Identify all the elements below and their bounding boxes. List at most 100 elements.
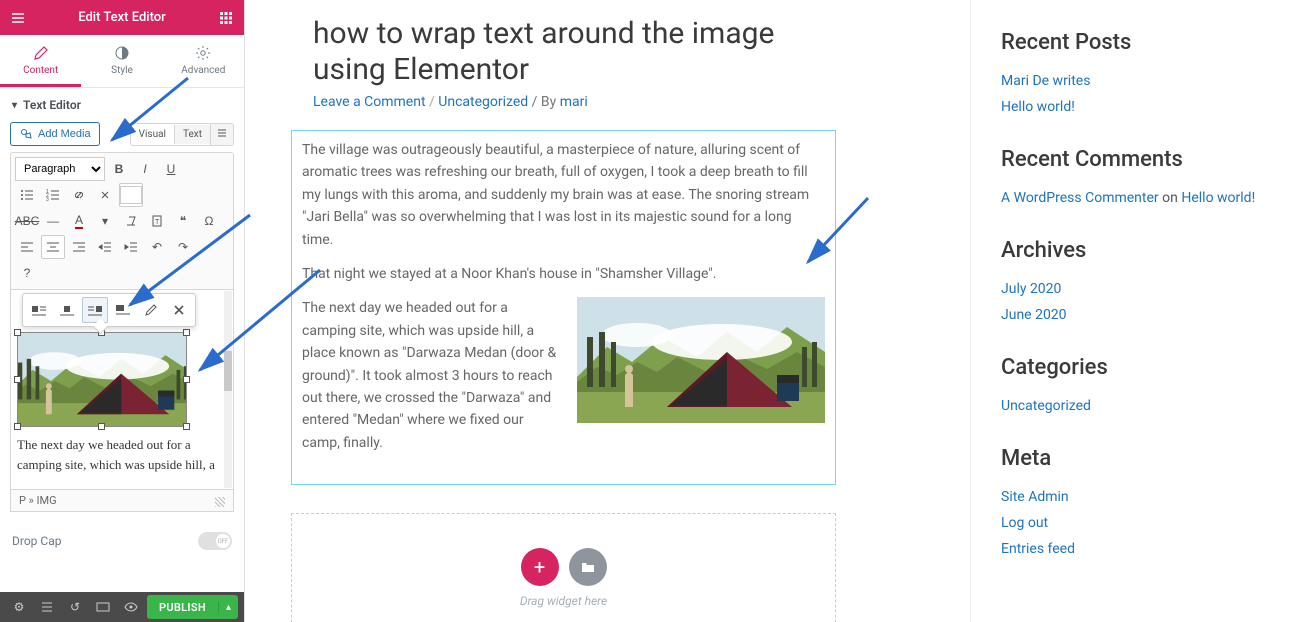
align-center-button[interactable] xyxy=(41,235,65,259)
mode-text[interactable]: Text xyxy=(174,125,210,144)
resize-grip[interactable] xyxy=(215,497,225,507)
drop-cap-toggle[interactable]: OFF xyxy=(198,532,232,550)
author-link[interactable]: mari xyxy=(560,94,588,110)
widgets-grid-icon[interactable] xyxy=(216,8,236,28)
font-color-dropdown[interactable]: ▾ xyxy=(93,209,117,233)
section-drop-zone[interactable]: + Drag widget here xyxy=(291,513,836,622)
drop-cap-control: Drop Cap OFF xyxy=(0,518,244,564)
resize-handle[interactable] xyxy=(98,423,105,430)
resize-handle[interactable] xyxy=(14,423,21,430)
element-path[interactable]: P » IMG xyxy=(19,494,57,507)
svg-text:3: 3 xyxy=(46,197,49,202)
recent-post-link[interactable]: Hello world! xyxy=(1001,99,1075,115)
contrast-icon xyxy=(114,45,130,61)
format-select[interactable]: Paragraph xyxy=(15,157,105,181)
img-edit-button[interactable] xyxy=(138,297,164,323)
paste-text-button[interactable]: T xyxy=(145,209,169,233)
underline-button[interactable]: U xyxy=(159,157,183,181)
font-color-button[interactable]: A xyxy=(67,209,91,233)
recent-comments-list: A WordPress Commenter on Hello world! xyxy=(1001,190,1270,206)
categories-heading: Categories xyxy=(1001,355,1270,380)
tent-image xyxy=(577,297,825,423)
tab-content[interactable]: Content xyxy=(0,35,81,87)
meta-link[interactable]: Site Admin xyxy=(1001,489,1069,505)
resize-handle[interactable] xyxy=(183,329,190,336)
resize-handle[interactable] xyxy=(14,329,21,336)
publish-button[interactable]: PUBLISH ▴ xyxy=(147,595,238,619)
toggle-knob: OFF xyxy=(216,534,230,548)
meta-sep: / xyxy=(429,94,438,110)
drop-cap-label: Drop Cap xyxy=(12,534,61,548)
align-right-button[interactable] xyxy=(67,235,91,259)
responsive-icon[interactable] xyxy=(90,594,116,620)
history-icon[interactable]: ↺ xyxy=(62,594,88,620)
blockquote-button[interactable]: ❝ xyxy=(171,209,195,233)
unlink-button[interactable] xyxy=(93,183,117,207)
resize-handle[interactable] xyxy=(183,423,190,430)
gear-icon xyxy=(195,45,211,61)
resize-handle[interactable] xyxy=(183,376,190,383)
add-section-button[interactable]: + xyxy=(521,548,559,586)
mode-distraction-free[interactable] xyxy=(210,124,233,145)
help-button[interactable]: ? xyxy=(15,261,39,285)
link-button[interactable] xyxy=(67,183,91,207)
numbered-list-button[interactable]: 123 xyxy=(41,183,65,207)
editor-scrollbar[interactable] xyxy=(224,291,232,488)
leave-comment-link[interactable]: Leave a Comment xyxy=(313,94,426,110)
editor-wrap: Add Media Visual Text Paragraph B I U xyxy=(0,122,244,518)
media-icon xyxy=(19,127,33,141)
img-remove-button[interactable] xyxy=(166,297,192,323)
clear-format-button[interactable] xyxy=(119,209,143,233)
archives-list: July 2020 June 2020 xyxy=(1001,281,1270,323)
mode-visual[interactable]: Visual xyxy=(131,125,174,144)
tent-image xyxy=(18,333,186,426)
preview-icon[interactable] xyxy=(118,594,144,620)
outdent-button[interactable] xyxy=(93,235,117,259)
editor-image-selected[interactable] xyxy=(17,332,187,427)
italic-button[interactable]: I xyxy=(133,157,157,181)
resize-handle[interactable] xyxy=(14,376,21,383)
add-template-button[interactable] xyxy=(569,548,607,586)
bullet-list-button[interactable] xyxy=(15,183,39,207)
indent-button[interactable] xyxy=(119,235,143,259)
meta-link[interactable]: Log out xyxy=(1001,515,1048,531)
caret-down-icon: ▾ xyxy=(12,100,17,111)
add-media-row: Add Media Visual Text xyxy=(10,122,234,146)
img-align-none-button[interactable] xyxy=(110,297,136,323)
align-left-button[interactable] xyxy=(15,235,39,259)
drop-zone-text: Drag widget here xyxy=(520,594,607,608)
bold-button[interactable]: B xyxy=(107,157,131,181)
archive-link[interactable]: June 2020 xyxy=(1001,307,1067,323)
add-media-label: Add Media xyxy=(38,128,91,140)
menu-icon[interactable] xyxy=(8,8,28,28)
recent-comments-heading: Recent Comments xyxy=(1001,147,1270,172)
undo-button[interactable]: ↶ xyxy=(145,235,169,259)
img-align-right-button[interactable] xyxy=(82,297,108,323)
archive-link[interactable]: July 2020 xyxy=(1001,281,1061,297)
redo-button[interactable]: ↷ xyxy=(171,235,195,259)
commenter-link[interactable]: A WordPress Commenter xyxy=(1001,190,1159,206)
text-color-button[interactable] xyxy=(119,183,143,207)
tinymce-content[interactable]: The next day we headed out for a camping… xyxy=(10,290,234,490)
publish-dropdown[interactable]: ▴ xyxy=(218,602,238,613)
navigator-icon[interactable] xyxy=(34,594,60,620)
wrapped-image[interactable] xyxy=(577,297,825,423)
strikethrough-button[interactable]: ABC xyxy=(15,209,39,233)
tinymce-statusbar: P » IMG xyxy=(10,490,234,512)
add-media-button[interactable]: Add Media xyxy=(10,122,100,146)
tab-advanced[interactable]: Advanced xyxy=(163,35,244,87)
img-align-center-button[interactable] xyxy=(54,297,80,323)
img-align-left-button[interactable] xyxy=(26,297,52,323)
settings-icon[interactable]: ⚙ xyxy=(6,594,32,620)
color-swatch xyxy=(120,186,142,204)
category-link[interactable]: Uncategorized xyxy=(438,94,528,110)
meta-link[interactable]: Entries feed xyxy=(1001,541,1075,557)
tab-style[interactable]: Style xyxy=(81,35,162,87)
category-link[interactable]: Uncategorized xyxy=(1001,398,1091,414)
special-char-button[interactable]: Ω xyxy=(197,209,221,233)
hr-button[interactable]: — xyxy=(41,209,65,233)
comment-post-link[interactable]: Hello world! xyxy=(1181,190,1255,206)
recent-post-link[interactable]: Mari De writes xyxy=(1001,73,1090,89)
text-editor-widget[interactable]: The village was outrageously beautiful, … xyxy=(291,130,836,485)
section-text-editor[interactable]: ▾ Text Editor xyxy=(0,88,244,122)
